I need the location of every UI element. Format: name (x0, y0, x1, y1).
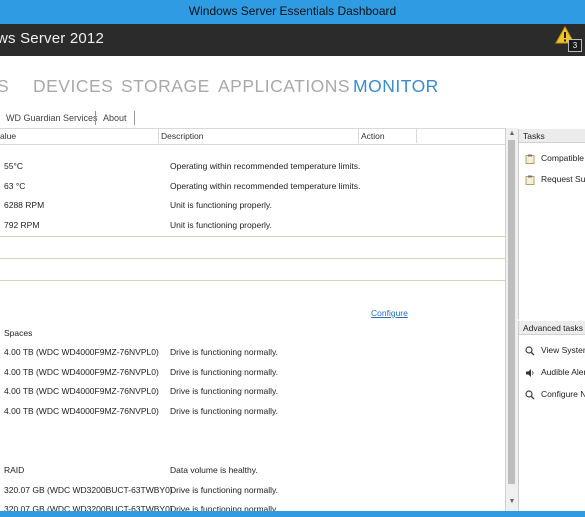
column-divider (358, 129, 359, 143)
subtab-divider (134, 111, 135, 125)
subtab-divider (95, 111, 96, 125)
section-divider (0, 280, 505, 281)
scroll-down-arrow-icon[interactable]: ▼ (508, 498, 516, 506)
advanced-task-label: Configure N (541, 389, 585, 399)
drive-description: Drive is functioning normally. (170, 406, 279, 416)
drive-value: 320.07 GB (WDC WD3200BUCT-63TWBY0) (4, 485, 173, 495)
nav-tab-monitor[interactable]: MONITOR (353, 76, 439, 97)
scroll-up-arrow-icon[interactable]: ▲ (508, 130, 516, 138)
window-title: Windows Server Essentials Dashboard (188, 4, 397, 18)
vertical-scrollbar[interactable]: ▲ ▼ (505, 128, 518, 511)
subtab-wd-guardian-services[interactable]: WD Guardian Services (6, 113, 98, 123)
advanced-tasks-panel: Advanced tasks View System Audible Aler … (518, 321, 585, 511)
advanced-task-configure[interactable]: Configure N (525, 389, 585, 400)
advanced-task-audible-alert[interactable]: Audible Aler (525, 367, 585, 378)
speaker-icon (526, 368, 534, 377)
sensor-value: 792 RPM (4, 220, 40, 230)
drive-description: Drive is functioning normally. (170, 367, 279, 377)
advanced-task-view-system[interactable]: View System (525, 345, 585, 356)
drive-value: 4.00 TB (WDC WD4000F9MZ-76NVPL0) (4, 386, 159, 396)
advanced-tasks-panel-title: Advanced tasks (519, 321, 585, 335)
nav-tab-storage[interactable]: STORAGE (121, 76, 210, 97)
nav-tab-applications[interactable]: APPLICATIONS (218, 76, 350, 97)
tasks-panel: Tasks Compatible Request Sup (518, 129, 585, 319)
column-header-description[interactable]: Description (161, 131, 204, 141)
clipboard-icon (525, 175, 535, 185)
drive-value: 4.00 TB (WDC WD4000F9MZ-76NVPL0) (4, 347, 159, 357)
section-divider (0, 258, 505, 259)
drive-value: 4.00 TB (WDC WD4000F9MZ-76NVPL0) (4, 367, 159, 377)
product-brand: ws Server 2012 (0, 30, 105, 47)
window-bottom-border (0, 511, 585, 517)
raid-label: RAID (4, 465, 25, 475)
drive-description: Drive is functioning normally. (170, 485, 279, 495)
drive-description: Drive is functioning normally. (170, 347, 279, 357)
raid-description: Data volume is healthy. (170, 465, 258, 475)
task-item-label: Compatible (541, 153, 584, 163)
app-header: ws Server 2012 (0, 24, 585, 56)
subtab-about[interactable]: About (103, 113, 127, 123)
main-navigation: S DEVICES STORAGE APPLICATIONS MONITOR (0, 56, 585, 108)
nav-tab-users[interactable]: S (0, 76, 9, 97)
section-divider (0, 236, 505, 237)
task-item-request-support[interactable]: Request Sup (525, 174, 585, 185)
sensor-description: Operating within recommended temperature… (170, 161, 361, 171)
sensor-value: 55°C (4, 161, 23, 171)
scrollbar-thumb[interactable] (508, 140, 515, 484)
nav-tab-devices[interactable]: DEVICES (33, 76, 113, 97)
magnifier-icon (525, 346, 535, 356)
clipboard-icon (525, 154, 535, 164)
drive-description: Drive is functioning normally. (170, 386, 279, 396)
task-item-label: Request Sup (541, 174, 585, 184)
advanced-task-label: View System (541, 345, 585, 355)
window-title-bar: Windows Server Essentials Dashboard (0, 0, 585, 24)
sub-tabs: WD Guardian Services About (0, 108, 585, 128)
table-header: alue Description Action (0, 128, 505, 145)
sensor-description: Unit is functioning properly. (170, 200, 272, 210)
column-divider (416, 129, 417, 143)
sensor-value: 63 °C (4, 181, 26, 191)
tasks-panel-title: Tasks (519, 129, 585, 143)
sensor-value: 6288 RPM (4, 200, 45, 210)
drive-value: 4.00 TB (WDC WD4000F9MZ-76NVPL0) (4, 406, 159, 416)
sensor-description: Operating within recommended temperature… (170, 181, 361, 191)
column-header-value[interactable]: alue (0, 131, 16, 141)
configure-link[interactable]: Configure (371, 308, 408, 318)
alert-count-badge[interactable]: 3 (568, 39, 582, 52)
task-item-compatible[interactable]: Compatible (525, 153, 584, 164)
magnifier-icon (525, 390, 535, 400)
column-header-action[interactable]: Action (361, 131, 385, 141)
advanced-task-label: Audible Aler (541, 367, 585, 377)
storage-spaces-label: Spaces (4, 328, 33, 338)
sensor-description: Unit is functioning properly. (170, 220, 272, 230)
column-divider (158, 129, 159, 143)
